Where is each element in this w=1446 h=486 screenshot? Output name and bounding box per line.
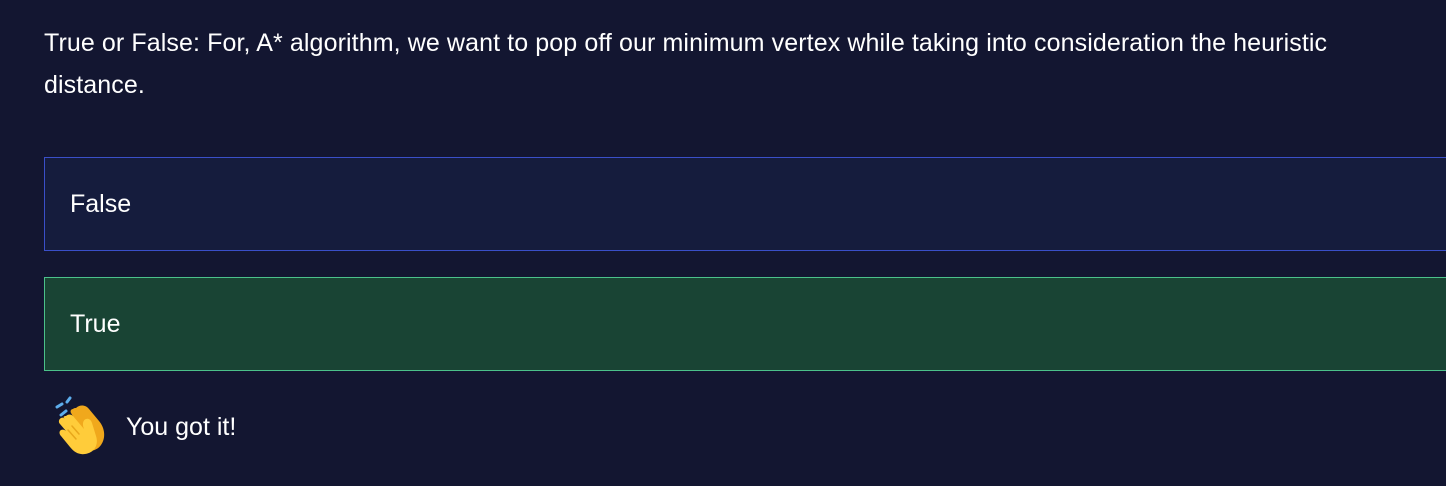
answer-option-true[interactable]: True [44, 277, 1446, 371]
answer-option-false[interactable]: False [44, 157, 1446, 251]
answer-option-label: True [70, 309, 121, 338]
feedback-text: You got it! [126, 412, 237, 441]
answer-option-label: False [70, 189, 132, 218]
clapping-hands-icon [55, 396, 105, 455]
question-text: True or False: For, A* algorithm, we wan… [44, 29, 1328, 99]
feedback-message: You got it! [52, 396, 236, 456]
